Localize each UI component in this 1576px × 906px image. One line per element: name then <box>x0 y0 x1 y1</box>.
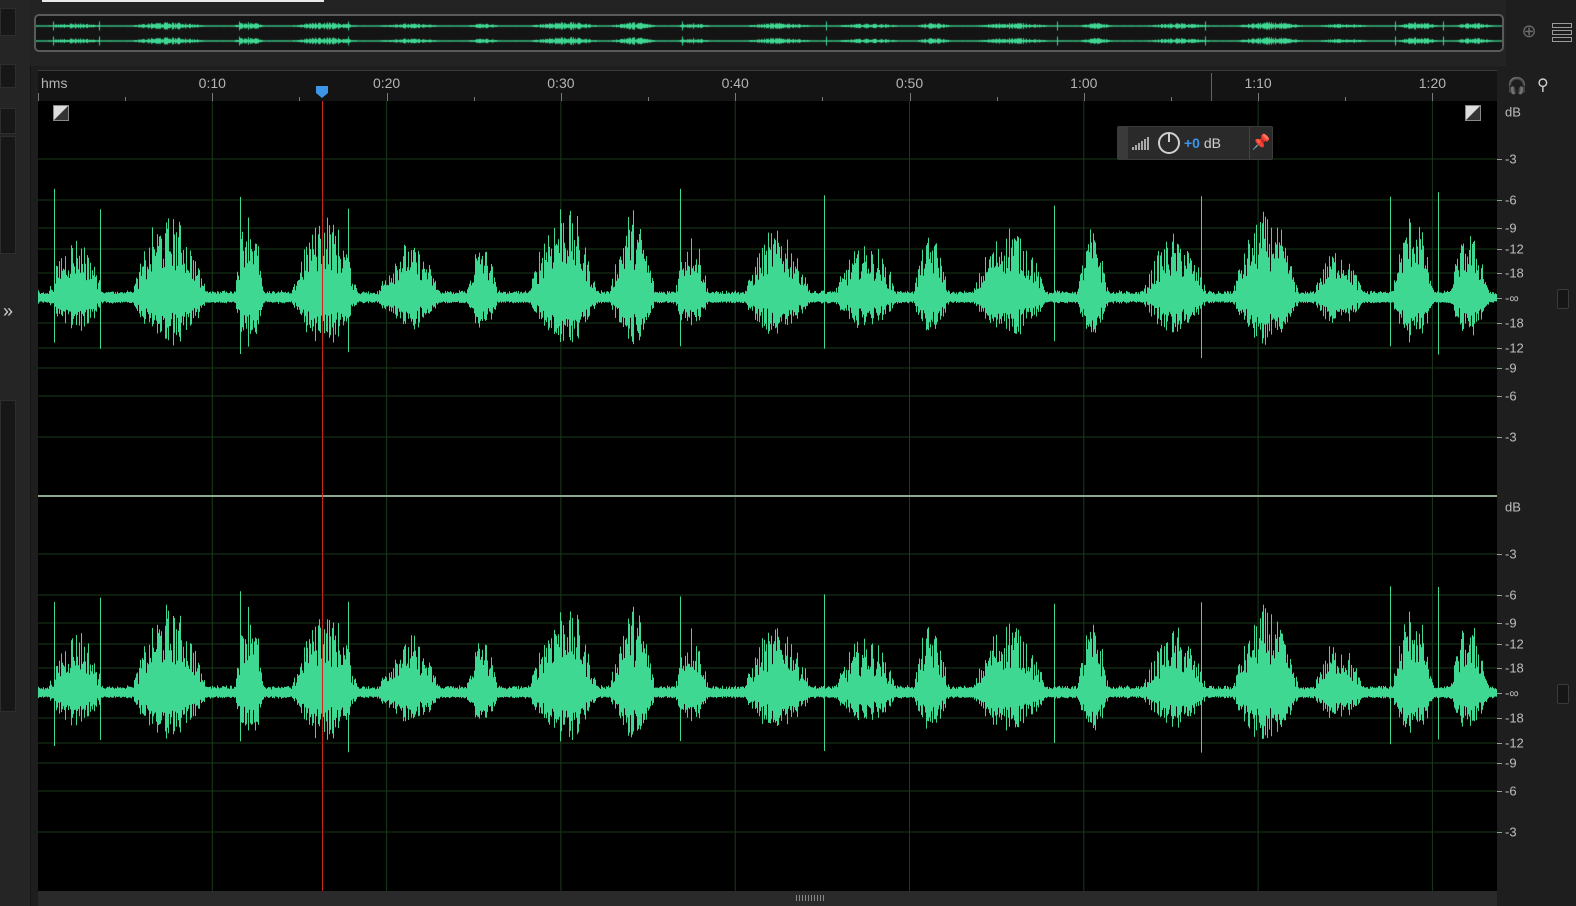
ruler-tick-label: 0:50 <box>895 75 924 91</box>
ruler-tick-label: 0:40 <box>721 75 749 91</box>
db-scale-label: -9 <box>1505 360 1517 376</box>
double-chevron-right-icon[interactable]: » <box>3 302 13 320</box>
db-scale-tick <box>1497 718 1502 719</box>
ruler-tick-label: 1:20 <box>1418 75 1447 91</box>
volume-knob-icon[interactable] <box>1158 132 1180 154</box>
db-scale-label: -3 <box>1505 546 1517 562</box>
db-scale-label: -9 <box>1505 755 1517 771</box>
ruler-tick-label: 1:00 <box>1070 75 1098 91</box>
playhead-line[interactable] <box>322 101 323 891</box>
hud-grip[interactable] <box>1118 127 1128 159</box>
overview-viewport-indicator[interactable] <box>42 0 324 2</box>
overview-panel <box>30 0 1506 66</box>
headphones-icon[interactable]: 🎧 <box>1507 76 1527 96</box>
db-scale-label: -6 <box>1505 388 1517 404</box>
panel-menu-icon[interactable] <box>1552 21 1572 42</box>
db-scale-label: -12 <box>1505 340 1524 356</box>
db-scale-label: -18 <box>1505 315 1524 331</box>
time-ruler[interactable]: hms 0:10 0:20 0:30 0:40 0:50 1:00 1:10 1:20 <box>38 70 1497 102</box>
db-scale-tick <box>1497 323 1502 324</box>
left-panel-slot <box>0 136 16 254</box>
left-panel-slot <box>0 400 16 712</box>
left-panel-slot <box>0 8 16 36</box>
db-scale-label: -12 <box>1505 735 1524 751</box>
db-scale-label: -12 <box>1505 241 1524 257</box>
db-scale-tick <box>1497 348 1502 349</box>
db-scale-label: -9 <box>1505 615 1517 631</box>
db-scale-label: -6 <box>1505 192 1517 208</box>
ruler-tick-label: 0:30 <box>547 75 575 91</box>
db-scale-tick <box>1497 693 1502 694</box>
left-panel-slot <box>0 108 16 134</box>
fade-in-handle[interactable] <box>53 105 69 121</box>
loop-marker[interactable] <box>1211 73 1212 102</box>
left-panel-strip: » <box>0 0 31 906</box>
db-scale-tick <box>1497 249 1502 250</box>
level-meter-icon <box>1132 137 1149 150</box>
ruler-tick-label: 0:20 <box>372 75 401 91</box>
amplitude-value[interactable]: +0 dB <box>1184 135 1221 151</box>
db-scale-tick <box>1497 228 1502 229</box>
db-scale-tick <box>1497 298 1502 299</box>
waveform-right-channel[interactable] <box>38 586 1497 753</box>
db-scale-tick <box>1497 200 1502 201</box>
db-scale-header: dB <box>1505 104 1521 120</box>
db-scale-tick <box>1497 743 1502 744</box>
db-scale-tick <box>1497 595 1502 596</box>
fade-out-handle[interactable] <box>1465 105 1481 121</box>
amplitude-number[interactable]: +0 <box>1184 135 1200 151</box>
db-scale-label: -9 <box>1505 220 1517 236</box>
db-scale-header: dB <box>1505 499 1521 515</box>
scrollbar-grip[interactable] <box>796 895 826 901</box>
db-scale-tick <box>1497 159 1502 160</box>
db-scale-label: -6 <box>1505 783 1517 799</box>
waveform-overview[interactable] <box>34 14 1504 52</box>
db-scale-label: -3 <box>1505 151 1517 167</box>
amplitude-unit: dB <box>1199 135 1221 151</box>
channel-resize-handle[interactable] <box>1557 684 1569 704</box>
ruler-tick-label: 1:10 <box>1244 75 1272 91</box>
channel-divider <box>38 495 1497 497</box>
pin-icon[interactable]: ⚲ <box>1537 75 1549 95</box>
db-scale-tick <box>1497 644 1502 645</box>
db-scale-label: -∞ <box>1505 290 1519 306</box>
db-scale-label: -18 <box>1505 660 1524 676</box>
hud-pin-icon[interactable]: 📌 <box>1249 127 1272 159</box>
db-scale-tick <box>1497 668 1502 669</box>
db-scale-label: -18 <box>1505 710 1524 726</box>
db-scale-label: -3 <box>1505 429 1517 445</box>
waveform-display[interactable] <box>38 101 1497 891</box>
db-scale-tick <box>1497 623 1502 624</box>
time-unit-label: hms <box>41 75 68 91</box>
db-scale-tick <box>1497 554 1502 555</box>
ruler-tick-label: 0:10 <box>198 75 226 91</box>
playhead-handle[interactable] <box>315 85 329 99</box>
zoom-navigator-icon[interactable]: ⊕ <box>1518 20 1540 42</box>
db-scale-tick <box>1497 437 1502 438</box>
db-scale-tick <box>1497 368 1502 369</box>
db-scale-label: -3 <box>1505 824 1517 840</box>
db-scale-tick <box>1497 273 1502 274</box>
db-scale-label: -6 <box>1505 587 1517 603</box>
db-scale-tick <box>1497 763 1502 764</box>
db-scale-tick <box>1497 832 1502 833</box>
db-scale-label: -18 <box>1505 265 1524 281</box>
amplitude-ruler: 🎧 ⚲ dB -3 -6 -9 -12 -18 -∞ -18 -12 -9 -6 -3 dB -3 -6 -9… <box>1497 70 1576 906</box>
db-scale-label: -∞ <box>1505 685 1519 701</box>
db-scale-label: -12 <box>1505 636 1524 652</box>
channel-resize-handle[interactable] <box>1557 289 1569 309</box>
db-scale-tick <box>1497 396 1502 397</box>
amplitude-hud[interactable]: +0 dB 📌 <box>1117 126 1273 160</box>
horizontal-scrollbar[interactable] <box>38 891 1497 906</box>
left-panel-slot <box>0 64 16 88</box>
db-scale-tick <box>1497 791 1502 792</box>
